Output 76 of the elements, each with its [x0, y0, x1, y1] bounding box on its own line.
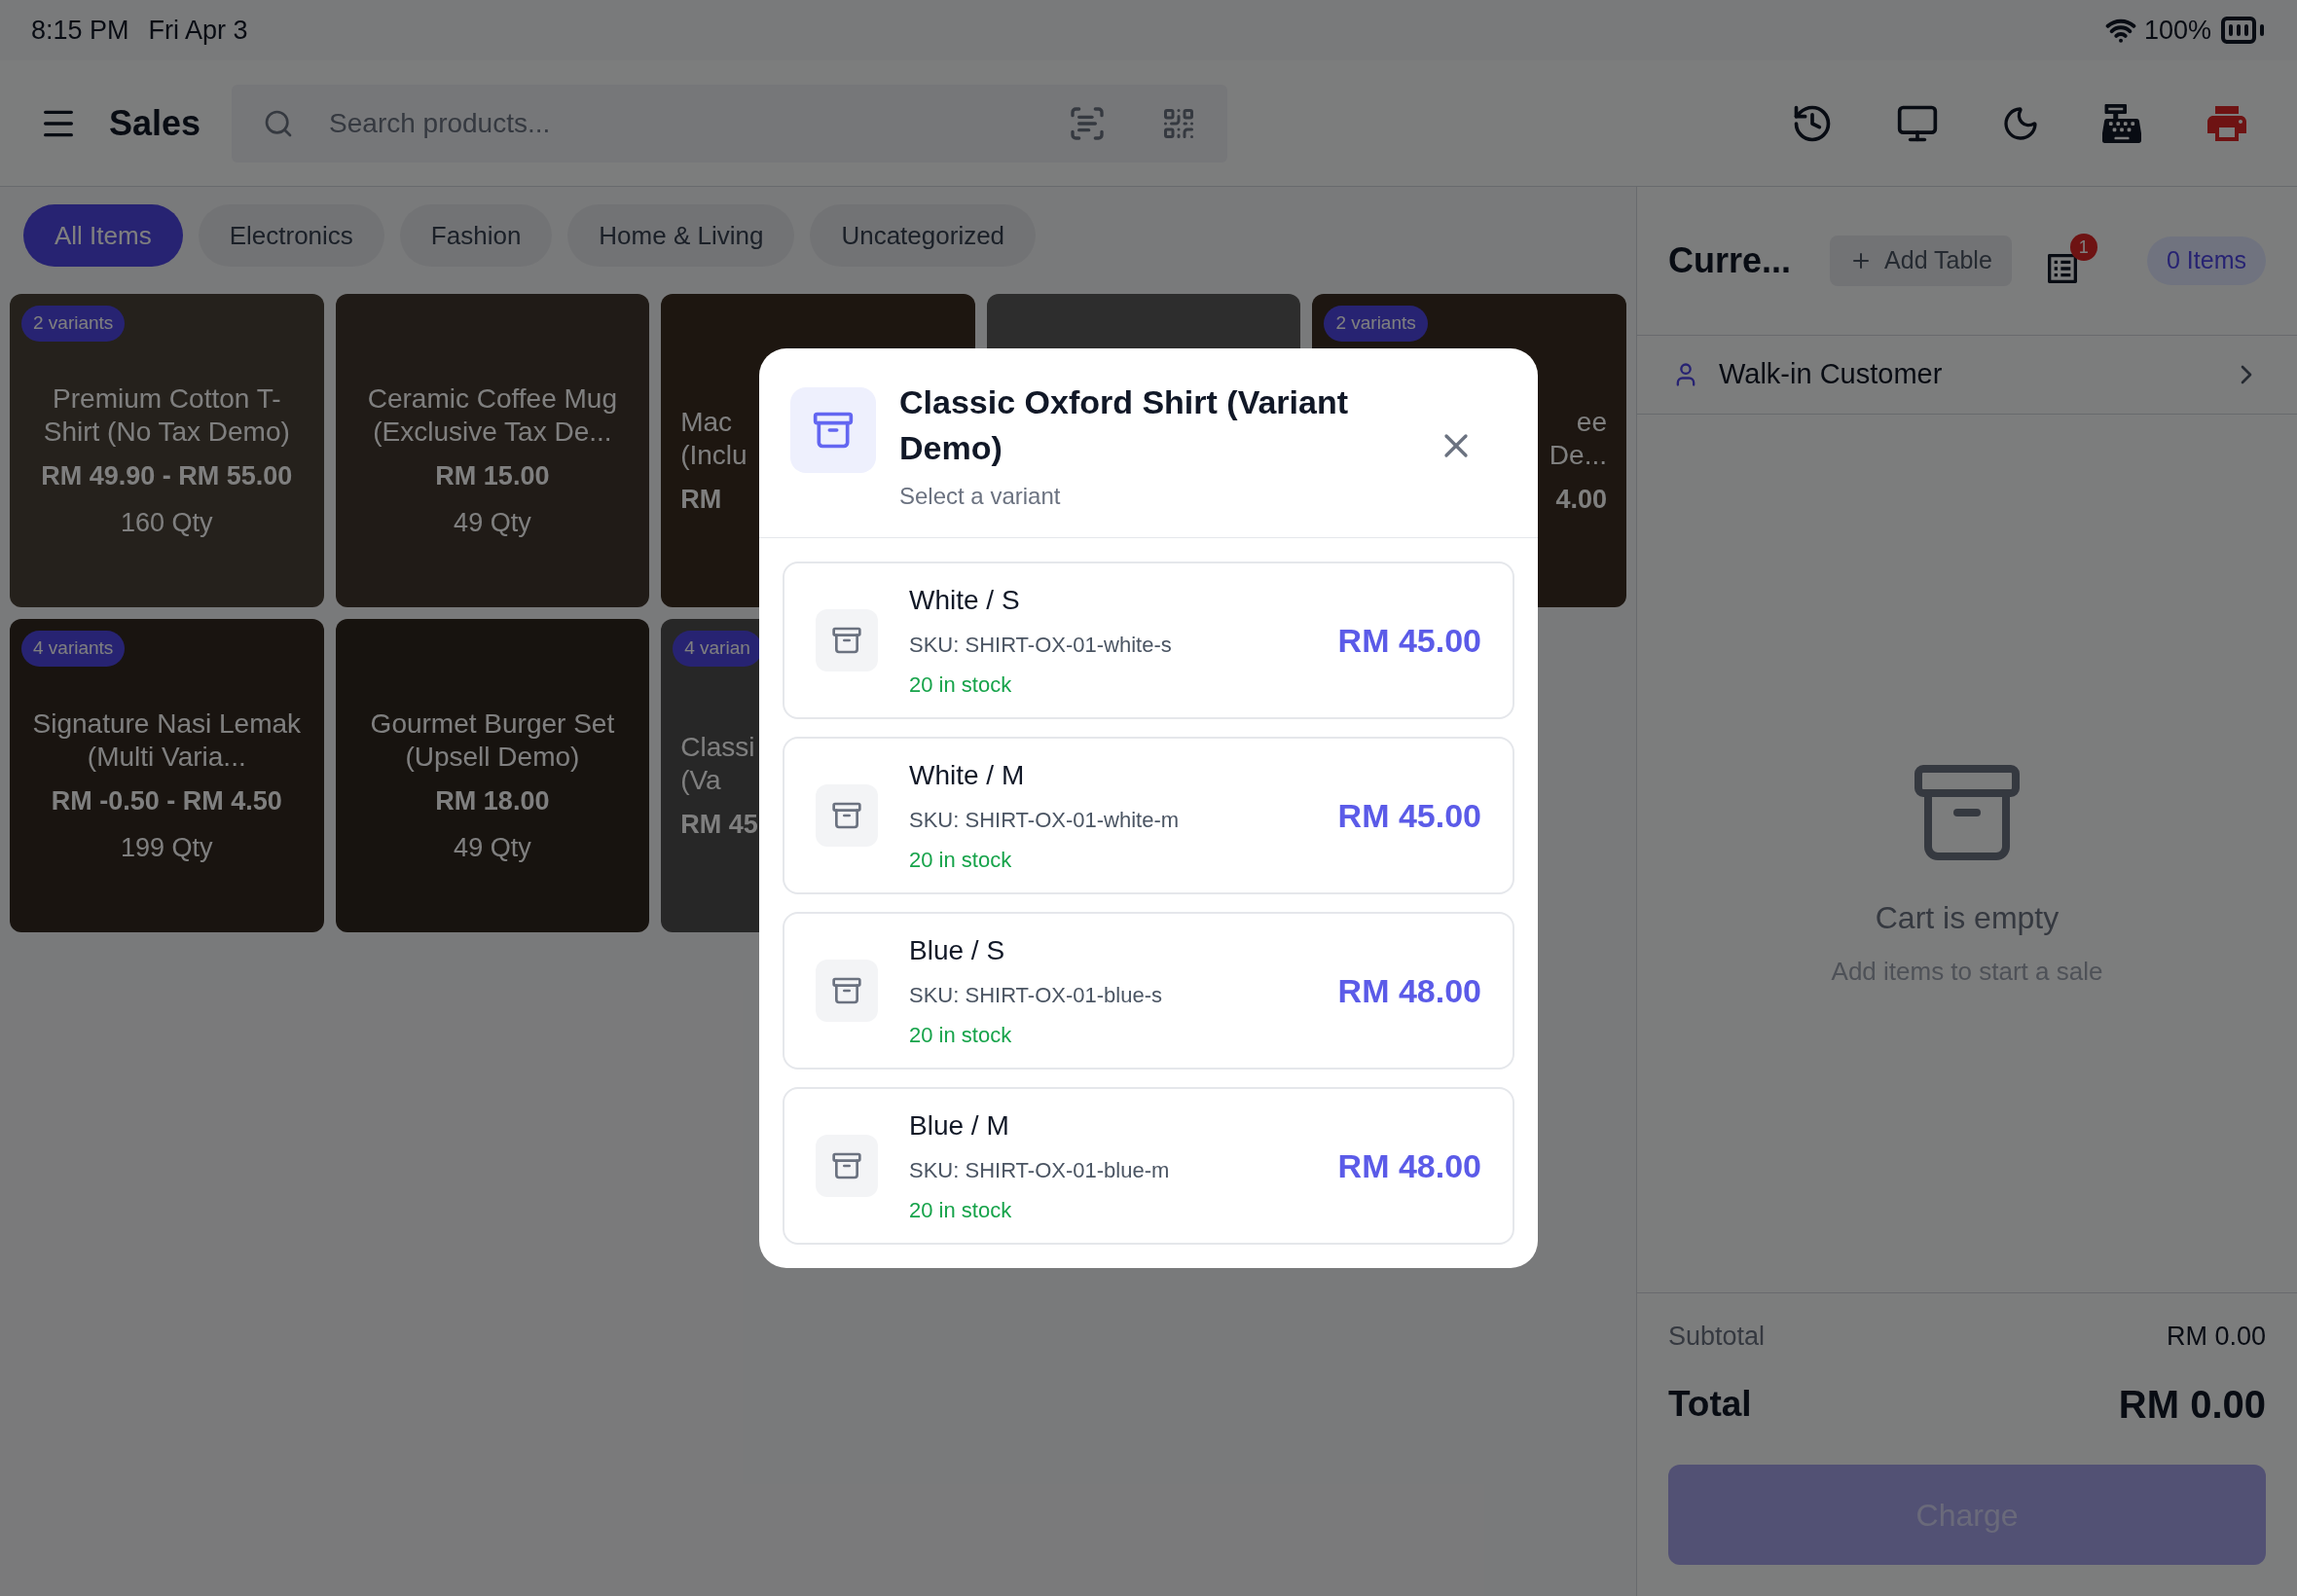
dialog-title: Classic Oxford Shirt (Variant Demo): [899, 382, 1350, 468]
customer-row[interactable]: Walk-in Customer: [1637, 336, 2297, 415]
subtotal-label: Subtotal: [1668, 1320, 1766, 1353]
variant-stock: 20 in stock: [909, 847, 1013, 874]
variant-name: Blue / S: [909, 934, 1006, 967]
variant-stock: 20 in stock: [909, 671, 1013, 699]
variants-badge: 2 variants: [21, 306, 126, 342]
product-price: RM -0.50 - RM 4.50: [51, 784, 282, 817]
product-name: ee De...: [1549, 405, 1607, 472]
category-tab[interactable]: Uncategorized: [810, 204, 1037, 267]
search-field[interactable]: Search products...: [232, 84, 1228, 163]
orders-badge: 1: [2069, 234, 2097, 261]
product-price: RM 15.00: [435, 459, 550, 492]
dialog-subtitle: Select a variant: [899, 482, 1062, 511]
variant-name: White / S: [909, 584, 1021, 617]
category-tab[interactable]: Electronics: [198, 204, 384, 267]
search-input[interactable]: Search products...: [329, 102, 1069, 144]
battery-percent: 100%: [2143, 14, 2211, 47]
product-qty: 160 Qty: [121, 507, 213, 539]
product-price: RM 45: [680, 808, 758, 841]
customer-name: Walk-in Customer: [1719, 357, 1943, 392]
archive-icon: [831, 800, 862, 831]
variant-option[interactable]: White / S SKU: SHIRT-OX-01-white-s 20 in stock RM 45.00: [783, 562, 1514, 719]
product-qty: 49 Qty: [454, 507, 531, 539]
variant-stock: 20 in stock: [909, 1197, 1013, 1224]
product-card[interactable]: Gourmet Burger Set (Upsell Demo) RM 18.00 49 Qty: [335, 619, 650, 932]
product-qty: 49 Qty: [454, 832, 531, 864]
status-time: 8:15 PM: [31, 14, 129, 47]
category-tab[interactable]: All Items: [23, 204, 183, 267]
cart-title: Curre...: [1668, 239, 1792, 282]
variant-stock: 20 in stock: [909, 1022, 1013, 1049]
variant-price: RM 45.00: [1337, 620, 1481, 661]
product-name: Gourmet Burger Set (Upsell Demo): [369, 707, 616, 774]
status-date: Fri Apr 3: [148, 14, 248, 47]
product-card[interactable]: Ceramic Coffee Mug (Exclusive Tax De... RM 15.00 49 Qty: [335, 294, 650, 607]
cash-register-icon[interactable]: [2102, 103, 2141, 143]
variants-badge: 4 variants: [21, 631, 126, 667]
product-price: RM 18.00: [435, 784, 550, 817]
orders-button[interactable]: 1: [2042, 234, 2097, 288]
variant-price: RM 45.00: [1337, 795, 1481, 836]
product-name: Premium Cotton T-Shirt (No Tax Demo): [42, 381, 291, 449]
variant-name: White / M: [909, 759, 1026, 792]
variants-badge: 4 varian: [673, 631, 762, 667]
variant-sku: SKU: SHIRT-OX-01-white-m: [909, 807, 1181, 834]
product-name: Signature Nasi Lemak (Multi Varia...: [31, 707, 303, 774]
empty-cart-title: Cart is empty: [1875, 899, 2060, 938]
variant-price: RM 48.00: [1337, 1145, 1481, 1186]
product-qty: 199 Qty: [121, 832, 213, 864]
product-name: Ceramic Coffee Mug (Exclusive Tax De...: [366, 381, 618, 449]
variant-option[interactable]: White / M SKU: SHIRT-OX-01-white-m 20 in stock RM 45.00: [783, 737, 1514, 894]
page-title: Sales: [109, 101, 201, 145]
product-price: RM: [680, 483, 722, 516]
product-card[interactable]: 4 variants Signature Nasi Lemak (Multi Varia... RM -0.50 - RM 4.50 199 Qty: [10, 619, 324, 932]
archive-icon: [831, 1150, 862, 1181]
variants-badge: 2 variants: [1324, 306, 1428, 342]
product-card[interactable]: 2 variants Premium Cotton T-Shirt (No Tax Demo) RM 49.90 - RM 55.00 160 Qty: [10, 294, 324, 607]
product-price: RM 49.90 - RM 55.00: [41, 459, 293, 492]
product-name: Mac (Inclu: [680, 405, 747, 472]
product-price: 4.00: [1555, 483, 1607, 516]
variant-price: RM 48.00: [1337, 970, 1481, 1011]
variant-option[interactable]: Blue / S SKU: SHIRT-OX-01-blue-s 20 in stock RM 48.00: [783, 912, 1514, 1070]
variant-name: Blue / M: [909, 1109, 1010, 1143]
archive-icon: [831, 975, 862, 1006]
archive-icon: [831, 625, 862, 656]
product-name: Classi (Va: [680, 730, 755, 797]
variant-sku: SKU: SHIRT-OX-01-blue-s: [909, 982, 1163, 1009]
add-table-button[interactable]: Add Table: [1830, 236, 2012, 286]
category-tab[interactable]: Home & Living: [567, 204, 795, 267]
total-label: Total: [1668, 1383, 1752, 1427]
total-value: RM 0.00: [2118, 1382, 2266, 1428]
category-tab[interactable]: Fashion: [399, 204, 553, 267]
items-count: 0 Items: [2147, 236, 2266, 285]
subtotal-value: RM 0.00: [2166, 1320, 2266, 1353]
variant-sku: SKU: SHIRT-OX-01-white-s: [909, 632, 1173, 659]
variant-sku: SKU: SHIRT-OX-01-blue-m: [909, 1157, 1171, 1184]
variant-option[interactable]: Blue / M SKU: SHIRT-OX-01-blue-m 20 in stock RM 48.00: [783, 1087, 1514, 1245]
